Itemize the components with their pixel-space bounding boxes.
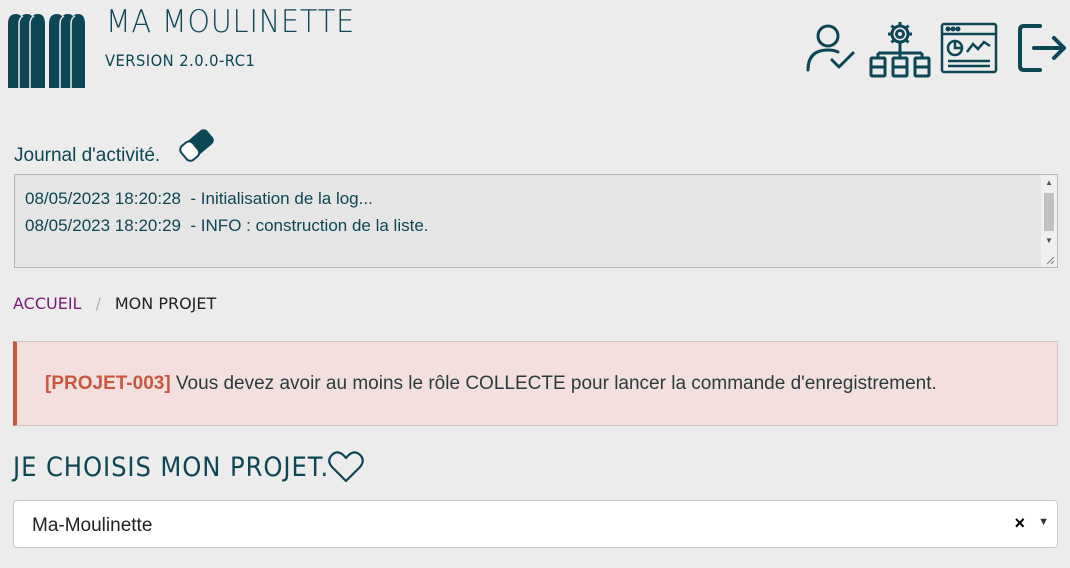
breadcrumb: ACCUEIL / MON PROJET bbox=[13, 294, 216, 313]
project-select[interactable]: Ma-Moulinette × ▼ bbox=[13, 500, 1058, 548]
project-select-value: Ma-Moulinette bbox=[32, 515, 153, 536]
dashboard-chart-icon[interactable] bbox=[940, 22, 998, 74]
journal-title: Journal d'activité. bbox=[14, 145, 161, 166]
breadcrumb-separator: / bbox=[95, 294, 101, 313]
scroll-up-icon[interactable]: ▲ bbox=[1045, 178, 1053, 187]
network-settings-icon[interactable] bbox=[869, 20, 931, 78]
app-version: VERSION 2.0.0-RC1 bbox=[105, 51, 256, 70]
app-header: MA MOULINETTE VERSION 2.0.0-RC1 bbox=[0, 0, 1070, 100]
breadcrumb-home-link[interactable]: ACCUEIL bbox=[13, 294, 81, 313]
logout-icon[interactable] bbox=[1016, 22, 1070, 74]
heart-icon bbox=[328, 451, 364, 483]
error-alert: [PROJET-003] Vous devez avoir au moins l… bbox=[13, 341, 1058, 426]
alert-text: [PROJET-003] Vous devez avoir au moins l… bbox=[45, 373, 937, 395]
breadcrumb-current: MON PROJET bbox=[114, 294, 217, 313]
scroll-thumb[interactable] bbox=[1044, 193, 1054, 231]
log-line: 08/05/2023 18:20:28 - Initialisation de … bbox=[25, 189, 373, 208]
log-scrollbar[interactable]: ▲ ▼ bbox=[1041, 175, 1057, 267]
section-title: JE CHOISIS MON PROJET. bbox=[13, 452, 330, 483]
alert-code: [PROJET-003] bbox=[45, 373, 171, 394]
resize-handle-icon[interactable] bbox=[1046, 256, 1055, 265]
eraser-icon[interactable] bbox=[176, 124, 218, 166]
activity-log-textarea[interactable]: 08/05/2023 18:20:28 - Initialisation de … bbox=[14, 174, 1058, 268]
scroll-down-icon[interactable]: ▼ bbox=[1045, 236, 1053, 245]
log-line: 08/05/2023 18:20:29 - INFO : constructio… bbox=[25, 216, 429, 235]
app-title: MA MOULINETTE bbox=[106, 4, 356, 40]
clear-icon[interactable]: × bbox=[1014, 513, 1025, 534]
chevron-down-icon[interactable]: ▼ bbox=[1038, 516, 1049, 528]
app-logo bbox=[8, 14, 85, 88]
alert-message: Vous devez avoir au moins le rôle COLLEC… bbox=[170, 373, 937, 394]
user-check-icon[interactable] bbox=[804, 20, 858, 74]
